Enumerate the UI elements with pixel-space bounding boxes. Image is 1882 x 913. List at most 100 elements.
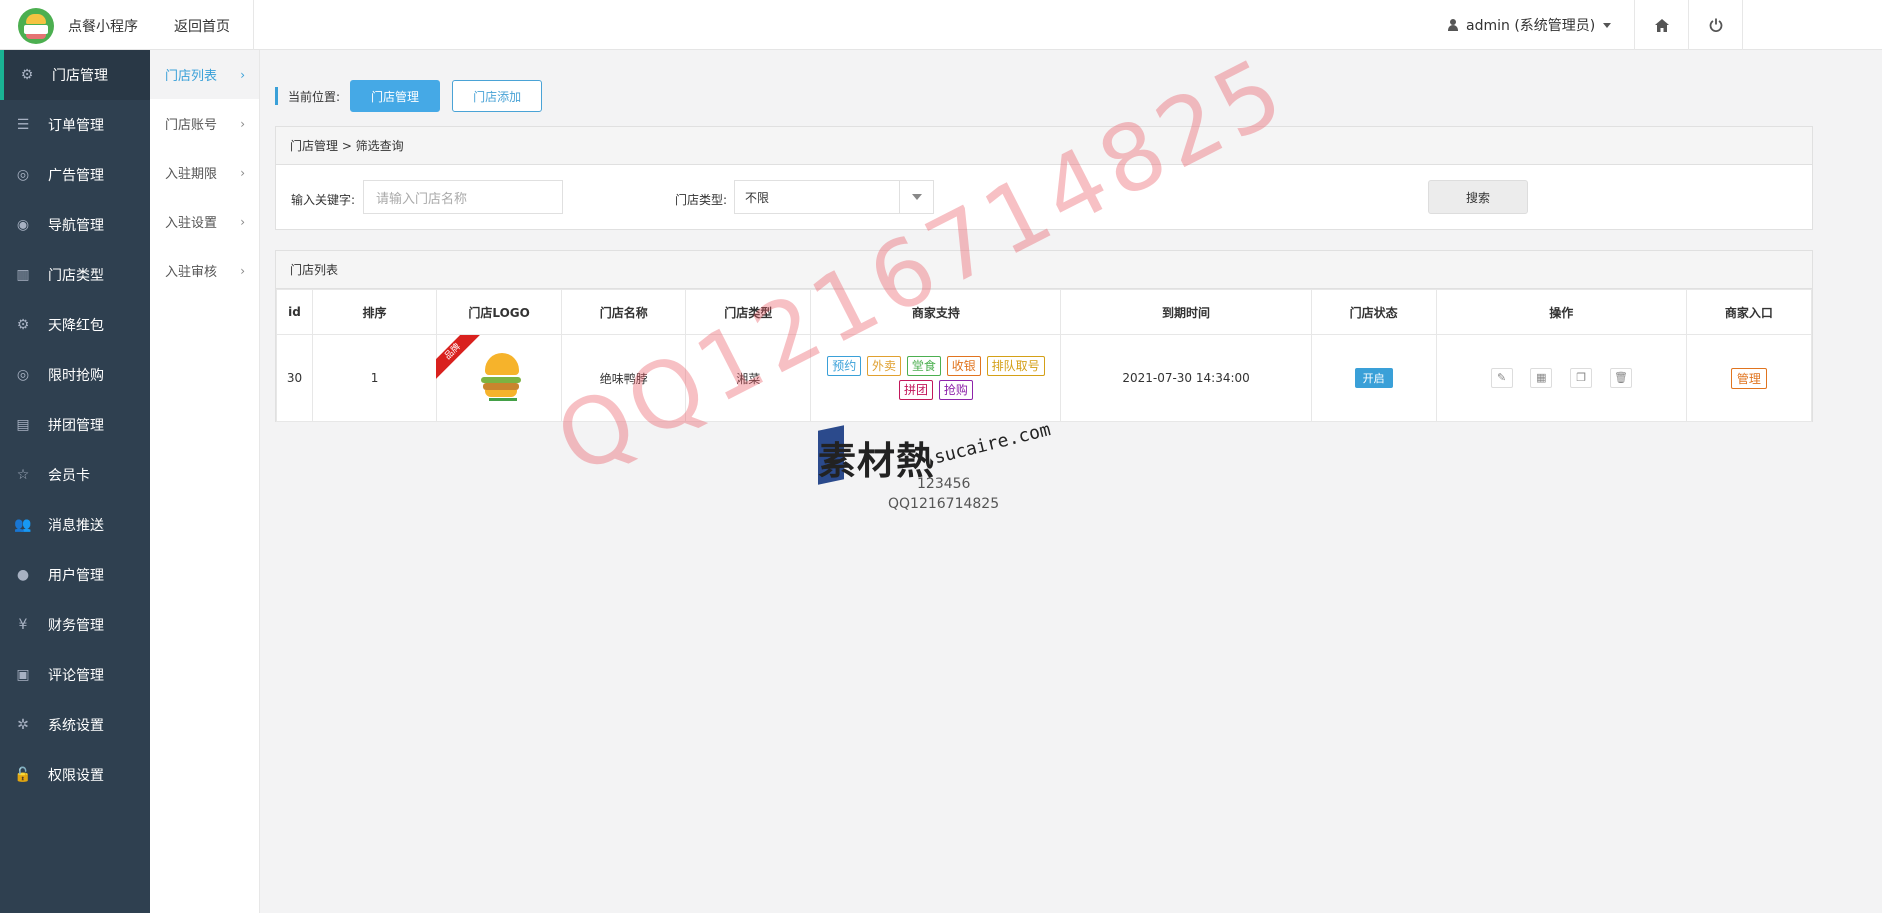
- manage-button[interactable]: 管理: [1730, 367, 1767, 389]
- col-type: 门店类型: [685, 289, 812, 335]
- store-list-panel: 门店列表 id 排序 门店LOGO 门店名称 门店类型 商家支持 到期时间 门店…: [275, 250, 1813, 422]
- support-tag: 收银: [946, 356, 981, 376]
- qrcode-icon: ▦: [1536, 371, 1547, 384]
- caret-down-icon: [1603, 22, 1612, 28]
- compass-icon: ◉: [16, 217, 30, 233]
- filter-panel: 门店管理 > 筛选查询 输入关键字: 请输入门店名称 门店类型: 不限 搜索: [275, 126, 1813, 230]
- sidebar-item-finance[interactable]: ¥ 财务管理: [0, 600, 150, 650]
- subnav-item-label: 入驻审核: [165, 265, 218, 280]
- store-add-button[interactable]: 门店添加: [452, 80, 543, 112]
- sidebar-item-nav[interactable]: ◉ 导航管理: [0, 200, 150, 250]
- table-header-row: id 排序 门店LOGO 门店名称 门店类型 商家支持 到期时间 门店状态 操作…: [275, 289, 1813, 335]
- search-button[interactable]: 搜索: [1428, 180, 1528, 214]
- trash-icon: 🗑: [1614, 371, 1629, 384]
- filter-row: 输入关键字: 请输入门店名称 门店类型: 不限 搜索: [276, 165, 1812, 229]
- sidebar-item-member-card[interactable]: ☆ 会员卡: [0, 450, 150, 500]
- sidebar-item-flash-sale[interactable]: ◎ 限时抢购: [0, 350, 150, 400]
- sidebar-item-group-buy[interactable]: ▤ 拼团管理: [0, 400, 150, 450]
- sidebar-item-label: 系统设置: [48, 718, 104, 734]
- cubes-icon: ⚙: [20, 67, 34, 83]
- col-actions: 操作: [1435, 289, 1687, 335]
- cell-status: 开启: [1310, 334, 1437, 422]
- sidebar-item-label: 导航管理: [48, 218, 104, 234]
- home-button[interactable]: [1648, 12, 1676, 38]
- back-home-link[interactable]: 返回首页: [174, 16, 230, 36]
- keyword-input[interactable]: 请输入门店名称: [363, 180, 563, 214]
- location-bar: 当前位置: 门店管理 门店添加: [275, 80, 543, 112]
- sidebar-item-orders[interactable]: ☰ 订单管理: [0, 100, 150, 150]
- divider: [253, 0, 254, 50]
- status-badge[interactable]: 开启: [1354, 368, 1393, 388]
- unlock-icon: 🔓: [14, 767, 32, 783]
- edit-button[interactable]: ✎: [1490, 368, 1513, 388]
- subnav-item-store-list[interactable]: 门店列表 ›: [150, 50, 259, 99]
- copy-button[interactable]: ❐: [1570, 368, 1593, 388]
- sidebar-item-settings[interactable]: ✲ 系统设置: [0, 700, 150, 750]
- money-icon: ▣: [16, 667, 30, 683]
- support-tag: 预约: [827, 356, 862, 376]
- chevron-right-icon: ›: [240, 116, 245, 131]
- sidebar-item-label: 门店管理: [52, 68, 108, 84]
- sidebar-item-label: 评论管理: [48, 668, 104, 684]
- gear-icon: ✲: [17, 717, 29, 733]
- sidebar-item-permissions[interactable]: 🔓 权限设置: [0, 750, 150, 800]
- cell-support: 预约 外卖 堂食 收银 排队取号 拼团 抢购: [810, 334, 1062, 422]
- logout-button[interactable]: [1702, 12, 1730, 38]
- qrcode-button[interactable]: ▦: [1530, 368, 1553, 388]
- store-manage-button[interactable]: 门店管理: [350, 80, 441, 112]
- subnav-item-label: 入驻期限: [165, 167, 218, 182]
- subnav-item-entry-settings[interactable]: 入驻设置 ›: [150, 197, 259, 246]
- top-bar: 点餐小程序 返回首页 admin (系统管理员): [0, 0, 1882, 50]
- delete-button[interactable]: 🗑: [1610, 368, 1633, 388]
- sidebar-item-users[interactable]: ● 用户管理: [0, 550, 150, 600]
- sidebar-item-label: 天降红包: [48, 318, 104, 334]
- sidebar-item-label: 门店类型: [48, 268, 104, 284]
- sidebar-item-store-type[interactable]: ▥ 门店类型: [0, 250, 150, 300]
- sidebar-item-ads[interactable]: ◎ 广告管理: [0, 150, 150, 200]
- sidebar-item-label: 财务管理: [48, 618, 104, 634]
- user-icon: [1448, 19, 1458, 31]
- cell-name: 绝味鸭脖: [561, 334, 687, 422]
- subnav-item-entry-term[interactable]: 入驻期限 ›: [150, 148, 259, 197]
- col-entry: 商家入口: [1685, 289, 1813, 335]
- watermark-small-text: QQ1216714825: [888, 496, 1000, 512]
- store-type-select[interactable]: 不限: [734, 180, 934, 214]
- col-support: 商家支持: [810, 289, 1062, 335]
- lifebuoy-icon: ◎: [16, 367, 30, 383]
- store-list-title: 门店列表: [276, 251, 1812, 289]
- copy-icon: ❐: [1576, 371, 1587, 384]
- col-sort: 排序: [312, 289, 438, 335]
- sidebar-item-store[interactable]: ⚙ 门店管理: [0, 50, 150, 100]
- divider: [1688, 0, 1689, 50]
- users-icon: 👥: [14, 517, 32, 533]
- store-table: id 排序 门店LOGO 门店名称 门店类型 商家支持 到期时间 门店状态 操作…: [275, 289, 1813, 422]
- col-name: 门店名称: [561, 289, 687, 335]
- pencil-icon: ✎: [1496, 371, 1507, 384]
- support-tag: 外卖: [867, 356, 902, 376]
- support-tag: 排队取号: [986, 356, 1045, 376]
- chevron-right-icon: ›: [240, 165, 245, 180]
- subnav-item-label: 门店列表: [165, 69, 218, 84]
- accent-bar: [275, 87, 278, 105]
- subnav-item-store-account[interactable]: 门店账号 ›: [150, 99, 259, 148]
- cell-sort: 1: [312, 334, 438, 422]
- cell-actions: ✎ ▦ ❐ 🗑: [1435, 334, 1687, 422]
- divider: [1634, 0, 1635, 50]
- cell-logo: 品牌: [436, 334, 563, 422]
- ribbon-label: 品牌: [436, 335, 481, 379]
- newspaper-icon: ▤: [16, 417, 30, 433]
- yen-icon: ¥: [18, 617, 28, 633]
- user-icon: ●: [16, 567, 30, 583]
- sidebar-item-label: 广告管理: [48, 168, 104, 184]
- subnav-item-entry-review[interactable]: 入驻审核 ›: [150, 246, 259, 295]
- list-icon: ☰: [16, 117, 30, 133]
- user-label: admin (系统管理员): [1466, 18, 1596, 34]
- chevron-down-icon: [899, 181, 933, 213]
- subnav-item-label: 入驻设置: [165, 216, 218, 231]
- sidebar-item-comments[interactable]: ▣ 评论管理: [0, 650, 150, 700]
- keyword-placeholder: 请输入门店名称: [376, 191, 468, 207]
- bank-icon: ▥: [16, 267, 30, 283]
- sidebar-item-push[interactable]: 👥 消息推送: [0, 500, 150, 550]
- user-menu[interactable]: admin (系统管理员): [1448, 15, 1612, 35]
- sidebar-item-red-packet[interactable]: ⚙ 天降红包: [0, 300, 150, 350]
